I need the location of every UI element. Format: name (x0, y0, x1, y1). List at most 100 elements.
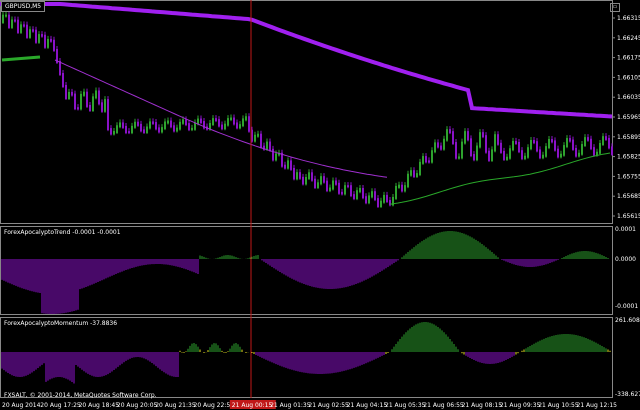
candle-body (179, 121, 181, 130)
candle-body (587, 137, 589, 141)
time-tick-label: 21 Aug 10:55 (538, 402, 579, 409)
candle-body (584, 137, 586, 147)
time-tick-label: 21 Aug 06:55 (423, 402, 464, 409)
candle-body (290, 160, 292, 170)
candle-body (158, 127, 160, 133)
candle-body (110, 128, 112, 135)
price-tick-label: 1.66175 (617, 55, 640, 62)
candle-body (410, 170, 412, 176)
candle-body (296, 172, 298, 180)
candle-body (437, 142, 439, 148)
candle-body (89, 104, 91, 112)
candle-body (143, 129, 145, 134)
candle-body (362, 187, 364, 199)
time-tick-label: 21 Aug 09:35 (500, 402, 541, 409)
candle-body (41, 34, 43, 37)
candle-body (491, 149, 493, 161)
candle-body (404, 185, 406, 192)
candle-body (335, 180, 337, 185)
candle-body (104, 99, 106, 112)
time-tick-label: 21 Aug 05:35 (385, 402, 426, 409)
candle-body (608, 137, 610, 149)
candle-body (188, 123, 190, 131)
candle-body (467, 131, 469, 141)
candle-body (476, 145, 478, 161)
trend-tick-label: -0.0001 (615, 303, 638, 310)
candle-body (128, 131, 130, 134)
candle-body (524, 155, 526, 160)
candle-body (5, 14, 7, 17)
candle-body (260, 133, 262, 148)
candle-body (212, 118, 214, 126)
candle-body (35, 29, 37, 43)
candle-body (344, 185, 346, 195)
candle-body (77, 107, 79, 110)
candle-body (257, 133, 259, 137)
candle-body (275, 153, 277, 161)
candle-body (569, 138, 571, 142)
candle-body (482, 132, 484, 138)
candle-body (407, 173, 409, 188)
candle-body (305, 177, 307, 185)
candle-body (578, 152, 580, 157)
price-tick-label: 1.65755 (617, 173, 640, 180)
candle-body (242, 118, 244, 127)
candle-body (572, 139, 574, 150)
candle-body (425, 156, 427, 163)
candle-body (101, 102, 103, 112)
candle-body (26, 24, 28, 38)
candle-body (506, 156, 508, 160)
candle-body (239, 124, 241, 129)
candle-body (68, 91, 70, 99)
candle-body (575, 147, 577, 157)
candle-body (473, 154, 475, 161)
window-restore-button[interactable]: ▭ (610, 3, 620, 12)
candle-body (563, 145, 565, 156)
time-tick-label: 21 Aug 04:15 (347, 402, 388, 409)
candle-body (272, 148, 274, 161)
candle-body (317, 182, 319, 189)
candle-body (521, 150, 523, 160)
candle-body (80, 93, 82, 110)
candle-body (530, 139, 532, 150)
candle-body (500, 142, 502, 153)
candle-body (395, 185, 397, 199)
candle-body (248, 116, 250, 132)
momentum-indicator-label: ForexApocalyptoMomentum -37.8836 (4, 320, 118, 327)
candle-body (509, 148, 511, 159)
candle-body (293, 167, 295, 180)
candle-body (200, 118, 202, 124)
price-tick-label: 1.65685 (617, 193, 640, 200)
trend-tick-label: 0.0001 (615, 226, 636, 233)
candle-body (512, 140, 514, 151)
candle-body (332, 180, 334, 190)
candle-body (446, 129, 448, 141)
candle-body (377, 198, 379, 207)
candle-body (353, 194, 355, 200)
trading-chart[interactable]: 1.66315 1.66245 1.66175 1.66105 1.66035 1.659… (0, 0, 640, 410)
candle-body (554, 140, 556, 151)
candle-body (215, 118, 217, 122)
candle-body (605, 136, 607, 140)
candle-body (122, 122, 124, 128)
time-tick-label: 20 Aug 18:45 (79, 402, 120, 409)
candle-body (23, 24, 25, 27)
candle-body (14, 19, 16, 22)
candle-body (20, 24, 22, 33)
time-tick-label: 20 Aug 20:05 (117, 402, 158, 409)
time-tick-label: 21 Aug 01:35 (270, 402, 311, 409)
trend-indicator-label: ForexApocalyptoTrend -0.0001 -0.0001 (4, 229, 121, 236)
candle-body (527, 147, 529, 158)
candle-body (494, 134, 496, 152)
symbol-label[interactable]: GBPUSD,M5 (1, 1, 46, 12)
price-tick-label: 1.65825 (617, 154, 640, 161)
candle-body (398, 184, 400, 188)
candle-body (131, 125, 133, 134)
candle-body (371, 191, 373, 198)
candle-body (266, 141, 268, 150)
candle-body (536, 141, 538, 152)
candle-body (350, 185, 352, 197)
candle-body (140, 123, 142, 132)
candle-body (155, 122, 157, 130)
candle-body (182, 119, 184, 124)
